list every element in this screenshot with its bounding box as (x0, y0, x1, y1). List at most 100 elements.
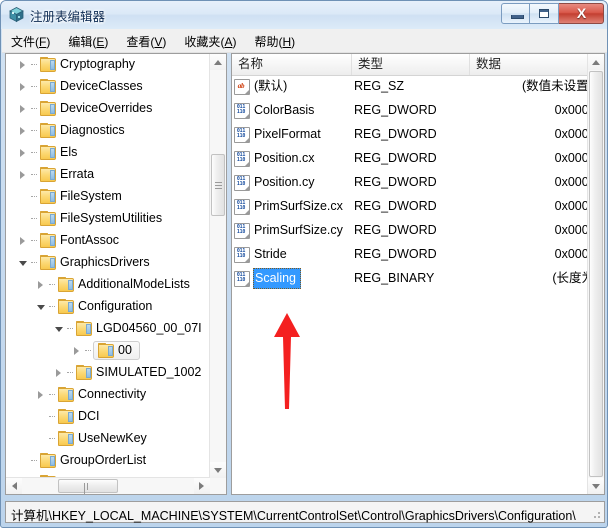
table-row[interactable]: 011110 PrimSurfSize.cy REG_DWORD 0x00000300… (232, 219, 588, 243)
folder-icon (39, 232, 56, 248)
tree-item-diagnostics[interactable]: Diagnostics (6, 120, 211, 142)
resize-grip-icon[interactable] (590, 508, 602, 520)
expand-collapse-icon[interactable] (34, 384, 49, 406)
list-vertical-scrollbar[interactable] (587, 54, 604, 494)
chevron-left-icon (12, 482, 17, 490)
table-row[interactable]: 011110 Stride REG_DWORD 0x00001600 (5632) (232, 243, 588, 267)
tree-item-cryptography[interactable]: Cryptography (6, 54, 211, 76)
expand-collapse-icon[interactable] (52, 362, 67, 384)
folder-icon (57, 276, 74, 292)
tree-scroll-down-button[interactable] (210, 462, 226, 478)
tree-item-label: UseNewKey (78, 431, 147, 445)
tree-item-additionalmodelists[interactable]: AdditionalModeLists (6, 274, 211, 296)
registry-tree[interactable]: Cryptography DeviceClasses DeviceOverrides… (6, 54, 211, 479)
table-row[interactable]: 011110 Position.cx REG_DWORD 0x00000000 (0) (232, 147, 588, 171)
expand-collapse-icon[interactable] (16, 76, 31, 98)
expand-collapse-icon[interactable] (16, 54, 31, 76)
tree-item-00[interactable]: 00 (6, 340, 211, 362)
tree-vscroll-thumb[interactable] (211, 154, 225, 216)
list-scroll-down-button[interactable] (588, 478, 604, 494)
tree-item-configuration[interactable]: Configuration (6, 296, 211, 318)
table-row[interactable]: 011110 PrimSurfSize.cx REG_DWORD 0x00000556… (232, 195, 588, 219)
expand-collapse-icon[interactable] (16, 230, 31, 252)
table-row[interactable]: 011110 PixelFormat REG_DWORD 0x00000015 (21… (232, 123, 588, 147)
expand-collapse-icon[interactable] (16, 98, 31, 120)
expand-collapse-icon[interactable] (34, 296, 49, 318)
expand-collapse-icon[interactable] (16, 252, 31, 274)
status-bar: 计算机\HKEY_LOCAL_MACHINE\SYSTEM\CurrentCon… (5, 501, 605, 523)
tree-item-dci[interactable]: DCI (6, 406, 211, 428)
value-name-cell: 011 110 Position.cx (234, 147, 352, 171)
column-header-data[interactable]: 数据 (470, 54, 604, 75)
tree-line (31, 252, 39, 274)
close-button[interactable]: X (559, 3, 604, 24)
tree-item-label: DeviceClasses (60, 79, 143, 93)
expand-collapse-icon[interactable] (16, 164, 31, 186)
tree-item-lgd04560-00-07i[interactable]: LGD04560_00_07I (6, 318, 211, 340)
tree-item-filesystemutilities[interactable]: FileSystemUtilities (6, 208, 211, 230)
tree-scroll-up-button[interactable] (210, 54, 226, 70)
tree-item-label: FontAssoc (60, 233, 120, 247)
value-name: Stride (254, 247, 287, 261)
tree-item-label-wrap: UseNewKey (57, 430, 147, 446)
table-row[interactable]: 011110 ColorBasis REG_DWORD 0x00000002 (2) (232, 99, 588, 123)
expand-collapse-icon[interactable] (34, 274, 49, 296)
value-name-cell: 011 110 PixelFormat (234, 123, 352, 147)
tree-item-els[interactable]: Els (6, 142, 211, 164)
folder-icon (39, 144, 56, 160)
tree-vertical-scrollbar[interactable] (209, 54, 226, 478)
registry-values-list[interactable]: ab (默认) REG_SZ (数值未设置) 011 110 ColorBasis REG_D… (232, 75, 588, 494)
value-name-cell: 011 110 Position.cy (234, 171, 352, 195)
list-scroll-up-button[interactable] (588, 54, 604, 70)
tree-item-label: SIMULATED_1002 (96, 365, 202, 379)
folder-icon (57, 386, 74, 402)
expand-collapse-icon[interactable] (70, 340, 85, 362)
tree-item-label: Els (60, 145, 78, 159)
table-row[interactable]: 011110 Position.cy REG_DWORD 0x00000000 (0) (232, 171, 588, 195)
tree-item-usenewkey[interactable]: UseNewKey (6, 428, 211, 450)
tree-hscroll-thumb[interactable] (58, 479, 118, 494)
minimize-button[interactable] (501, 3, 530, 24)
tree-item-deviceclasses[interactable]: DeviceClasses (6, 76, 211, 98)
tree-item-grouporderlist[interactable]: GroupOrderList (6, 450, 211, 472)
tree-item-graphicsdrivers[interactable]: GraphicsDrivers (6, 252, 211, 274)
table-row[interactable]: ab (默认) REG_SZ (数值未设置) (232, 75, 588, 99)
registry-editor-icon (8, 6, 25, 23)
expand-collapse-icon[interactable] (52, 318, 67, 340)
value-data-cell: (数值未设置) (522, 79, 588, 93)
table-row[interactable]: 011110 Scaling REG_BINARY (长度为零的二进制值) (232, 267, 588, 291)
tree-item-filesystem[interactable]: FileSystem (6, 186, 211, 208)
value-name-cell: 011 110 PrimSurfSize.cy (234, 219, 352, 243)
tree-item-errata[interactable]: Errata (6, 164, 211, 186)
tree-scroll-left-button[interactable] (6, 478, 22, 494)
tree-item-fontassoc[interactable]: FontAssoc (6, 230, 211, 252)
tree-scroll-right-button[interactable] (194, 478, 210, 494)
tree-item-label-wrap: FileSystem (39, 188, 122, 204)
menu-file[interactable]: 文件(F) (2, 29, 59, 53)
tree-item-simulated-1002[interactable]: SIMULATED_1002 (6, 362, 211, 384)
menu-help[interactable]: 帮助(H) (245, 29, 304, 53)
column-header-type[interactable]: 类型 (352, 54, 470, 75)
tree-item-deviceoverrides[interactable]: DeviceOverrides (6, 98, 211, 120)
menu-view[interactable]: 查看(V) (117, 29, 175, 53)
folder-icon (39, 78, 56, 94)
menu-edit[interactable]: 编辑(E) (59, 29, 117, 53)
binary-value-icon: 011 110 (234, 270, 250, 287)
tree-horizontal-scrollbar[interactable] (6, 477, 210, 494)
maximize-button[interactable] (530, 3, 559, 24)
value-data-cell: (长度为零的二进制值) (552, 271, 588, 285)
folder-icon (39, 100, 56, 116)
tree-line (31, 450, 39, 472)
list-vscroll-thumb[interactable] (589, 71, 603, 477)
expand-collapse-icon[interactable] (16, 142, 31, 164)
expand-collapse-icon[interactable] (16, 120, 31, 142)
value-name: Position.cy (254, 175, 315, 189)
tree-line (49, 428, 57, 450)
tree-item-connectivity[interactable]: Connectivity (6, 384, 211, 406)
menu-favorites[interactable]: 收藏夹(A) (175, 29, 245, 53)
value-type-cell: REG_DWORD (354, 127, 437, 141)
close-icon: X (576, 5, 587, 21)
binary-value-icon: 011 110 (234, 246, 250, 263)
column-header-name[interactable]: 名称 (232, 54, 352, 75)
menu-bar: 文件(F) 编辑(E) 查看(V) 收藏夹(A) 帮助(H) (2, 29, 607, 53)
